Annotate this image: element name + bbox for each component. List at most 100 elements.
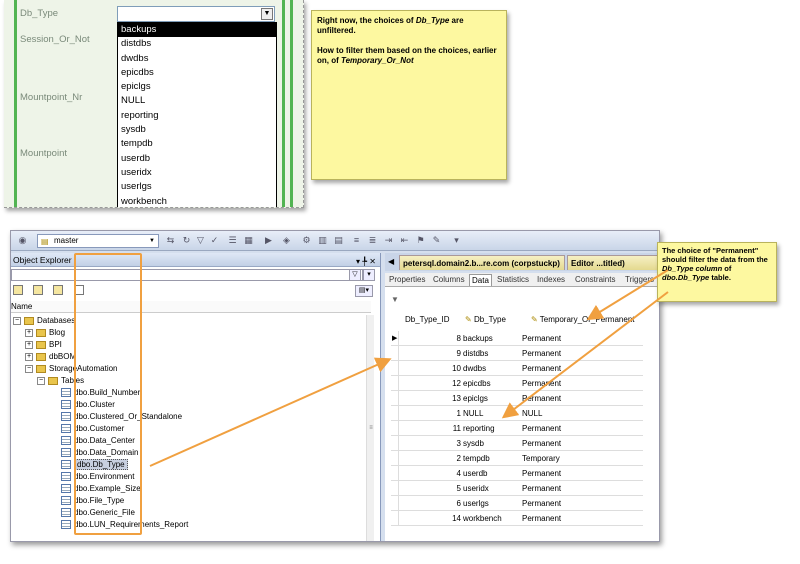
new-query-icon[interactable] bbox=[33, 285, 44, 295]
comment-icon[interactable]: ≡ bbox=[351, 235, 362, 246]
grid-cell[interactable]: 13 bbox=[399, 391, 461, 406]
grid-cell[interactable]: sysdb bbox=[463, 436, 525, 451]
grid-cell[interactable]: Temporary bbox=[522, 451, 642, 466]
grid-cell[interactable]: 5 bbox=[399, 481, 461, 496]
grid-cell[interactable]: epiclgs bbox=[463, 391, 525, 406]
options-icon[interactable]: ▾ bbox=[451, 235, 462, 246]
plan-icon[interactable]: ⚙ bbox=[301, 235, 312, 246]
dropdown-option[interactable]: distdbs bbox=[118, 37, 276, 51]
table-row[interactable]: 10 dwdbs Permanent bbox=[391, 361, 643, 376]
row-selector[interactable] bbox=[391, 451, 399, 466]
grid-cell[interactable]: Permanent bbox=[522, 361, 642, 376]
grid-cell[interactable]: Permanent bbox=[522, 481, 642, 496]
row-selector[interactable] bbox=[391, 346, 399, 361]
grid-cell[interactable]: userlgs bbox=[463, 496, 525, 511]
grid-cell[interactable]: Permanent bbox=[522, 391, 642, 406]
connect-icon[interactable]: ◉ bbox=[17, 235, 28, 246]
grid-cell[interactable]: NULL bbox=[522, 406, 642, 421]
grid-cell[interactable]: distdbs bbox=[463, 346, 525, 361]
tab-statistics[interactable]: Statistics bbox=[495, 274, 531, 286]
tab-columns[interactable]: Columns bbox=[431, 274, 467, 286]
table-row[interactable]: 14 workbench Permanent bbox=[391, 511, 643, 526]
row-selector[interactable] bbox=[391, 511, 399, 526]
uncomment-icon[interactable]: ≣ bbox=[367, 235, 378, 246]
dropdown-option[interactable]: tempdb bbox=[118, 137, 276, 151]
col-header-db-type[interactable]: ✎ Db_Type bbox=[465, 313, 506, 327]
indent-icon[interactable]: ⇥ bbox=[383, 235, 394, 246]
dropdown-option[interactable]: epicdbs bbox=[118, 66, 276, 80]
chevron-down-icon[interactable]: ▼ bbox=[261, 8, 273, 20]
sqlcmd-icon[interactable]: ▤ bbox=[333, 235, 344, 246]
results-grid-icon[interactable]: ▦ bbox=[243, 235, 254, 246]
dropdown-option[interactable]: userdb bbox=[118, 152, 276, 166]
database-selector[interactable]: ▤ master ▼ bbox=[37, 234, 159, 248]
connect-db-icon[interactable] bbox=[13, 285, 23, 295]
bookmark-icon[interactable]: ⚑ bbox=[415, 235, 426, 246]
table-row[interactable]: 4 userdb Permanent bbox=[391, 466, 643, 481]
col-header-db-type-id[interactable]: Db_Type_ID bbox=[405, 313, 449, 327]
row-selector[interactable] bbox=[391, 436, 399, 451]
row-selector[interactable] bbox=[391, 481, 399, 496]
dropdown-option[interactable]: NULL bbox=[118, 94, 276, 108]
table-row[interactable]: 3 sysdb Permanent bbox=[391, 436, 643, 451]
tab-indexes[interactable]: Indexes bbox=[535, 274, 567, 286]
dropdown-option[interactable]: dwdbs bbox=[118, 52, 276, 66]
grid-cell[interactable]: dwdbs bbox=[463, 361, 525, 376]
dropdown-option[interactable]: workbench bbox=[118, 195, 276, 207]
grid-cell[interactable]: 14 bbox=[399, 511, 461, 526]
specify-values-icon[interactable]: ✎ bbox=[431, 235, 442, 246]
table-row[interactable]: 5 useridx Permanent bbox=[391, 481, 643, 496]
table-row[interactable]: 6 userlgs Permanent bbox=[391, 496, 643, 511]
filter-icon[interactable]: ▽ bbox=[349, 269, 361, 281]
row-selector[interactable] bbox=[391, 466, 399, 481]
tree-node-db-blog[interactable]: + Blog bbox=[25, 327, 65, 339]
grid-cell[interactable]: NULL bbox=[463, 406, 525, 421]
grid-cell[interactable]: workbench bbox=[463, 511, 525, 526]
stats-icon[interactable]: ▥ bbox=[317, 235, 328, 246]
grid-cell[interactable]: 6 bbox=[399, 496, 461, 511]
grid-cell[interactable]: backups bbox=[463, 331, 525, 346]
chevron-down-icon[interactable]: ▼ bbox=[147, 236, 157, 246]
dropdown-option[interactable]: backups bbox=[118, 23, 276, 38]
db-type-combobox[interactable]: ▼ bbox=[117, 6, 275, 22]
tab-scroll-left-icon[interactable]: ◀ bbox=[388, 257, 394, 266]
db-type-dropdown-list[interactable]: backups distdbs dwdbs epicdbs epiclgs NULL rep… bbox=[117, 22, 277, 207]
run-icon[interactable]: ▶ bbox=[263, 235, 274, 246]
tab-constraints[interactable]: Constraints bbox=[573, 274, 617, 286]
tab-data[interactable]: Data bbox=[469, 274, 492, 286]
tab-server-connection[interactable]: petersql.domain2.b...re.com (corpstuckp) bbox=[399, 255, 565, 270]
expand-icon[interactable]: + bbox=[25, 352, 33, 361]
tab-triggers[interactable]: Triggers bbox=[623, 274, 656, 286]
grid-cell[interactable]: Permanent bbox=[522, 496, 642, 511]
grid-cell[interactable]: 2 bbox=[399, 451, 461, 466]
row-selector[interactable] bbox=[391, 496, 399, 511]
collapse-icon[interactable]: − bbox=[25, 364, 33, 373]
grid-cell[interactable]: userdb bbox=[463, 466, 525, 481]
grid-cell[interactable]: 4 bbox=[399, 466, 461, 481]
grid-cell[interactable]: Permanent bbox=[522, 421, 642, 436]
dropdown-option[interactable]: sysdb bbox=[118, 123, 276, 137]
row-selector[interactable] bbox=[391, 421, 399, 436]
refresh-icon[interactable]: ↻ bbox=[181, 235, 192, 246]
object-explorer-filter-input[interactable] bbox=[11, 269, 363, 281]
stop-icon[interactable] bbox=[53, 285, 64, 295]
row-selector[interactable] bbox=[391, 406, 399, 421]
grid-cell[interactable]: Permanent bbox=[522, 331, 642, 346]
table-row[interactable]: 12 epicdbs Permanent bbox=[391, 376, 643, 391]
grid-cell[interactable]: 9 bbox=[399, 346, 461, 361]
tree-node-db-bpi[interactable]: + BPI bbox=[25, 339, 62, 351]
tree-node-databases[interactable]: − Databases bbox=[13, 315, 75, 327]
tab-editor[interactable]: Editor ...titled) bbox=[567, 255, 659, 270]
chevron-down-icon[interactable]: ▾ bbox=[363, 269, 375, 281]
panel-controls[interactable]: ▾ ╄ ✕ bbox=[356, 255, 376, 269]
grid-cell[interactable]: 12 bbox=[399, 376, 461, 391]
grid-cell[interactable]: tempdb bbox=[463, 451, 525, 466]
dropdown-option[interactable]: reporting bbox=[118, 109, 276, 123]
grid-cell[interactable]: 1 bbox=[399, 406, 461, 421]
table-row[interactable]: 2 tempdb Temporary bbox=[391, 451, 643, 466]
grid-cell[interactable]: useridx bbox=[463, 481, 525, 496]
grid-cell[interactable]: Permanent bbox=[522, 466, 642, 481]
row-selector[interactable] bbox=[391, 361, 399, 376]
row-selector[interactable] bbox=[391, 376, 399, 391]
table-row[interactable]: ▶ 8 backups Permanent bbox=[391, 331, 643, 346]
